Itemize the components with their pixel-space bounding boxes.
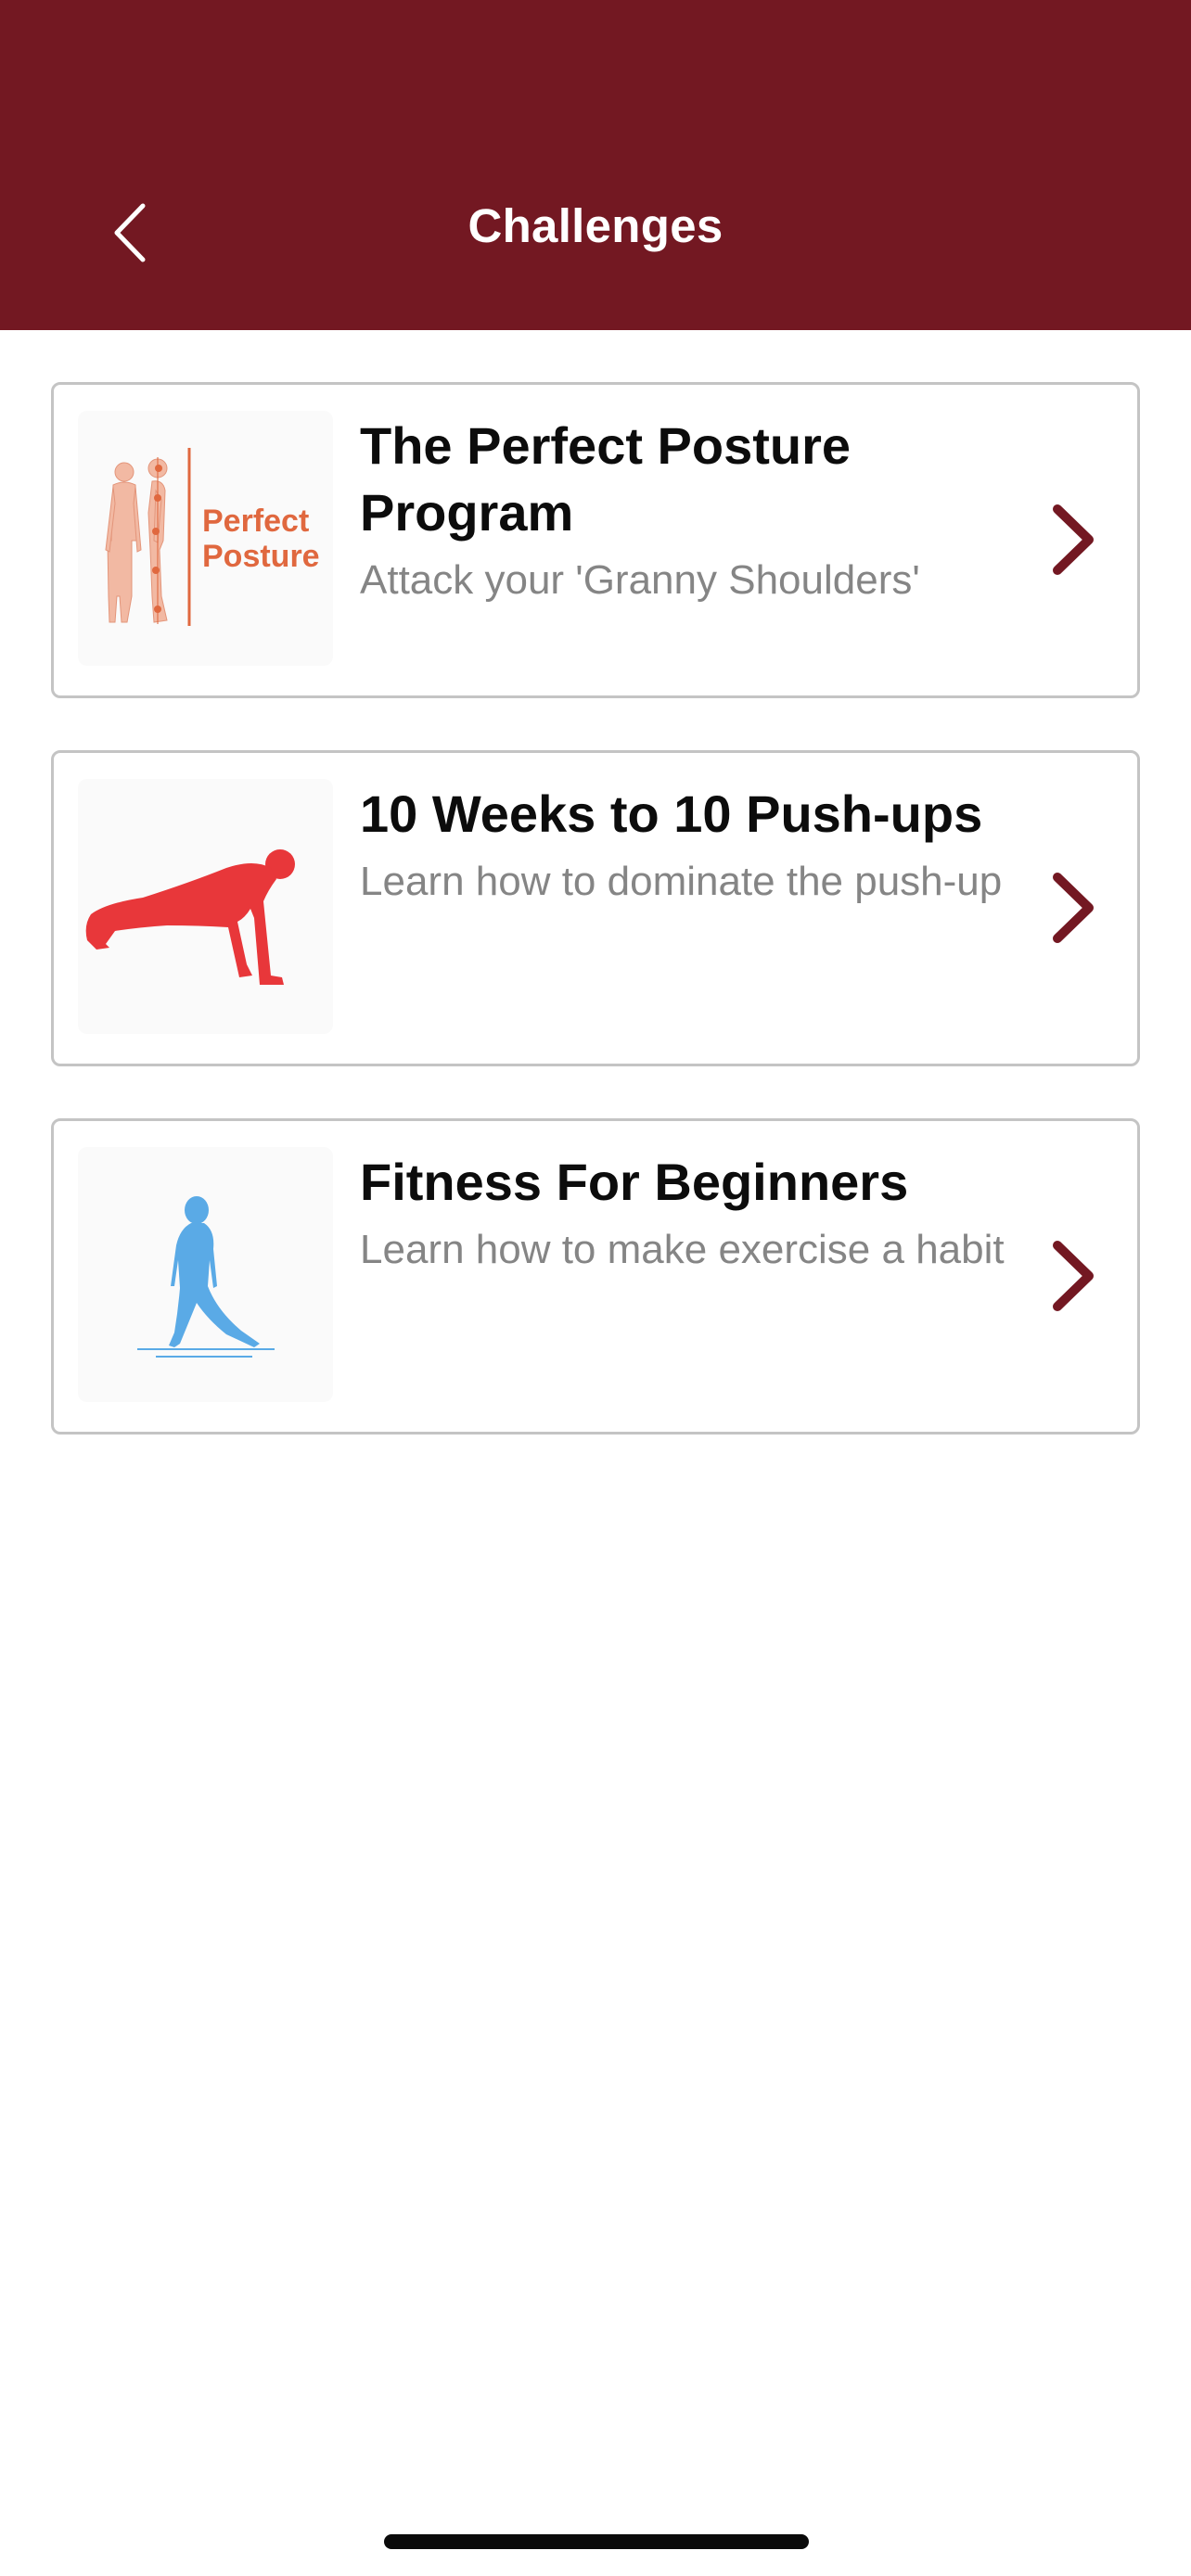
challenge-title: The Perfect Posture Program [360,416,852,542]
chevron-right-icon [1053,504,1094,575]
challenge-title: Fitness For Beginners [360,1153,909,1211]
chevron-right-icon [1053,1241,1094,1311]
page-title: Challenges [467,199,724,252]
header-bar: Challenges [0,0,1191,330]
pushup-figure-icon [85,849,295,985]
challenge-subtitle: Learn how to dominate the push-up [360,859,1003,904]
challenge-subtitle: Learn how to make exercise a habit [360,1227,1005,1272]
challenges-screen: Challenges Perfect Posture The Perfect P… [0,0,1191,2576]
challenge-text: Fitness For Beginners Learn how to make … [360,1149,1009,1277]
challenge-list: Perfect Posture The Perfect Posture Prog… [51,382,1140,1486]
stretching-figure-icon [137,1196,275,1358]
challenge-card-pushups[interactable]: 10 Weeks to 10 Push-ups Learn how to dom… [51,750,1140,1066]
challenge-thumbnail: Perfect Posture [78,411,333,666]
posture-logo-text-2: Posture [202,539,320,574]
challenge-thumbnail [78,779,333,1034]
challenge-card-fitness-beginners[interactable]: Fitness For Beginners Learn how to make … [51,1118,1140,1435]
posture-figures-icon: Perfect Posture [105,448,320,626]
chevron-right-icon [1053,873,1094,943]
challenge-card-perfect-posture[interactable]: Perfect Posture The Perfect Posture Prog… [51,382,1140,698]
challenge-text: The Perfect Posture Program Attack your … [360,413,1009,607]
challenge-thumbnail [78,1147,333,1402]
challenge-text: 10 Weeks to 10 Push-ups Learn how to dom… [360,781,1009,909]
posture-logo-text-1: Perfect [202,504,309,539]
home-indicator[interactable] [384,2534,809,2549]
challenge-subtitle: Attack your 'Granny Shoulders' [360,557,920,603]
challenge-title: 10 Weeks to 10 Push-ups [360,784,983,843]
